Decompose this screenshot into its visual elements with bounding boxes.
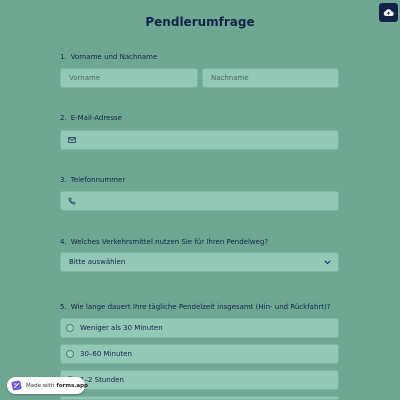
question-3-text: Telefonnummer: [70, 176, 126, 184]
radio-button[interactable]: [66, 324, 74, 332]
radio-button[interactable]: [66, 350, 74, 358]
transport-select-value: Bitte auswählen: [69, 258, 126, 266]
question-1-label: 1. Vorname und Nachname: [60, 53, 157, 61]
email-field[interactable]: [60, 130, 339, 150]
question-5-text: Wie lange dauert Ihre tägliche Pendelzei…: [70, 303, 331, 311]
phone-field[interactable]: [60, 191, 339, 211]
mail-icon: [68, 137, 76, 143]
radio-option-3[interactable]: 1–2 Stunden: [60, 370, 339, 390]
forms-app-logo-icon: [11, 380, 22, 391]
question-4-text: Welches Verkehrsmittel nutzen Sie für Ih…: [70, 238, 269, 246]
phone-icon: [68, 197, 76, 205]
badge-brand: forms.app: [56, 382, 88, 389]
badge-prefix: Made with: [26, 382, 55, 389]
made-with-badge[interactable]: Made with forms.app: [7, 377, 88, 394]
question-3-number: 3.: [60, 176, 67, 184]
page-title: Pendlerumfrage: [145, 15, 255, 29]
question-5-number: 5.: [60, 303, 67, 311]
radio-option-2[interactable]: 30–60 Minuten: [60, 344, 339, 364]
survey-page: Pendlerumfrage 1. Vorname und Nachname Vo…: [0, 0, 400, 400]
first-name-placeholder: Vorname: [69, 74, 101, 82]
question-3-label: 3. Telefonnummer: [60, 176, 125, 184]
question-5-label: 5. Wie lange dauert Ihre tägliche Pendelz…: [60, 303, 330, 311]
question-4-label: 4. Welches Verkehrsmittel nutzen Sie für …: [60, 238, 268, 246]
radio-option-4-partial[interactable]: [60, 396, 339, 400]
chevron-down-icon: [324, 260, 331, 265]
radio-option-label: 30–60 Minuten: [80, 350, 132, 358]
radio-option-1[interactable]: Weniger als 30 Minuten: [60, 318, 339, 338]
question-2-label: 2. E-Mail-Adresse: [60, 114, 122, 122]
first-name-input[interactable]: Vorname: [60, 68, 198, 88]
question-1-text: Vorname und Nachname: [70, 53, 158, 61]
question-2-number: 2.: [60, 114, 67, 122]
question-1-number: 1.: [60, 53, 67, 61]
radio-option-label: Weniger als 30 Minuten: [80, 324, 163, 332]
last-name-input[interactable]: Nachname: [202, 68, 339, 88]
last-name-placeholder: Nachname: [211, 74, 249, 82]
question-2-text: E-Mail-Adresse: [70, 114, 122, 122]
question-4-number: 4.: [60, 238, 67, 246]
transport-select[interactable]: Bitte auswählen: [60, 252, 339, 272]
